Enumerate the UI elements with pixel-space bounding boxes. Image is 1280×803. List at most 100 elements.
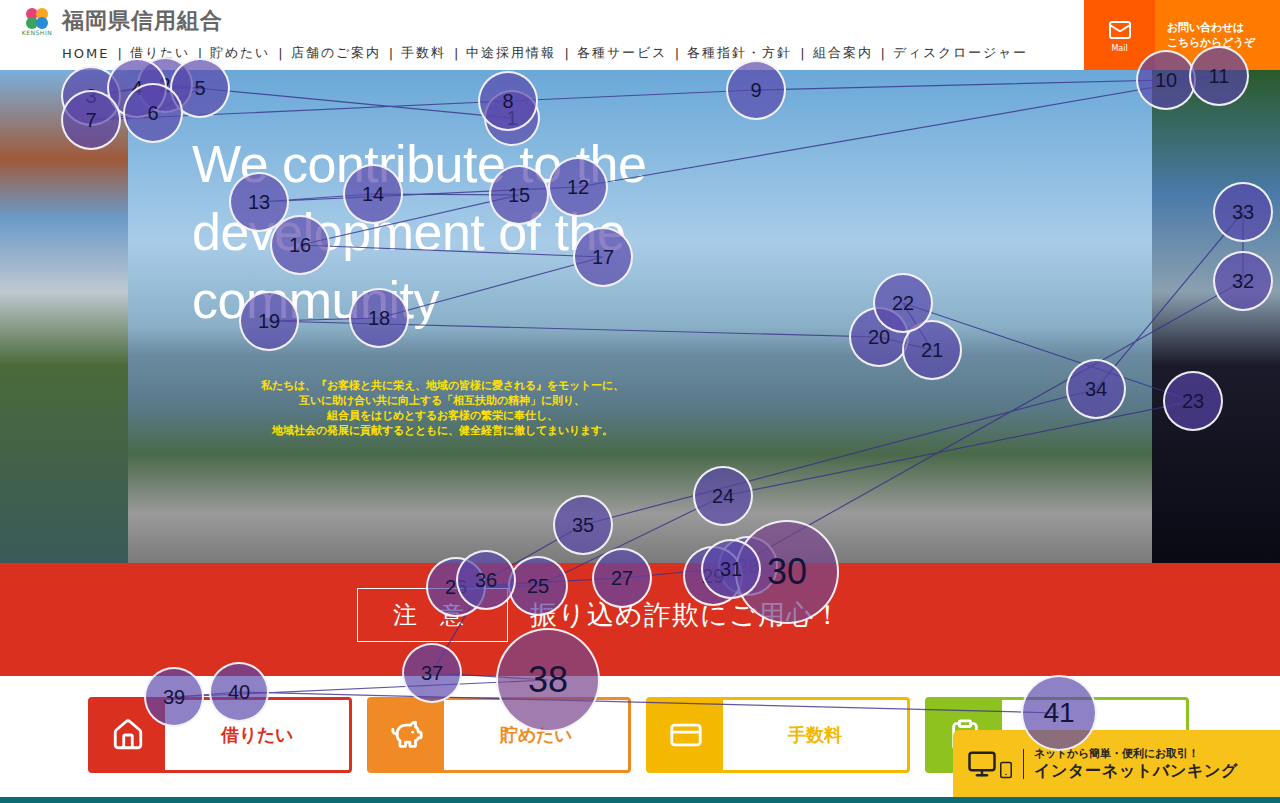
menu-card-label: 手数料 [723, 700, 907, 770]
menu-card-icon [370, 700, 444, 770]
fixation-marker: 39 [144, 667, 204, 727]
nav-item[interactable]: 各種指針・方針 [687, 44, 792, 62]
nav-item[interactable]: HOME [62, 46, 109, 61]
menu-card-label: 借りたい [165, 700, 349, 770]
fixation-marker: 29 [683, 546, 743, 606]
logo[interactable]: KENSHIN 福岡県信用組合 [0, 0, 1084, 42]
banking-text: ネットから簡単・便利にお取引！インターネットバンキング [1034, 746, 1238, 782]
menu-card-icon [91, 700, 165, 770]
fixation-marker: 6 [123, 83, 183, 143]
monitor-icon [967, 749, 997, 779]
fixation-marker: 36 [456, 550, 516, 610]
fixation-marker: 14 [343, 164, 403, 224]
house-icon [111, 718, 145, 752]
hero-title: We contribute to thedevelopment of theco… [192, 130, 1152, 334]
fixation-marker: 33 [1213, 182, 1273, 242]
fixation-marker: 20 [849, 307, 909, 367]
fixation-marker: 27 [592, 548, 652, 608]
fixation-marker: 1 [484, 90, 540, 146]
fixation-marker: 16 [270, 215, 330, 275]
menu-card-label: 貯めたい [444, 700, 628, 770]
nav-separator: | [117, 46, 121, 61]
fixation-marker: 23 [1163, 371, 1223, 431]
fixation-marker: 31 [701, 539, 761, 599]
fixation-marker: 12 [548, 157, 608, 217]
fixation-marker: 3 [61, 66, 121, 126]
nav-item[interactable]: 各種サービス [577, 44, 667, 62]
menu-card-icon [649, 700, 723, 770]
smartphone-icon [997, 761, 1015, 779]
fixation-marker: 19 [239, 291, 299, 351]
banking-icons [967, 749, 1024, 779]
fixation-marker: 4 [107, 58, 167, 118]
contact-button[interactable]: Mailお問い合わせはこちらからどうぞ [1084, 0, 1280, 70]
fixation-marker: 22 [873, 273, 933, 333]
fixation-marker: 9 [726, 60, 786, 120]
header: KENSHIN 福岡県信用組合 HOME | 借りたい | 貯めたい | 店舗のご案内 | 手数料 |… [0, 0, 1280, 70]
nav-separator: | [800, 46, 804, 61]
hero-message: 私たちは、『お客様と共に栄え、地域の皆様に愛される』をモットーに、互いに助け合い… [192, 378, 692, 438]
nav-separator: | [675, 46, 679, 61]
contact-mail: Mail [1084, 0, 1155, 70]
nav-item[interactable]: 中途採用情報 [466, 44, 556, 62]
banking-label: インターネットバンキング [1034, 761, 1238, 782]
fixation-marker: 8 [478, 71, 538, 131]
alert-text: 振り込め詐欺にご用心！ [530, 597, 842, 633]
nav-item[interactable]: ディスクロージャー [893, 44, 1028, 62]
menu-card[interactable]: 手数料 [646, 697, 910, 773]
nav-separator: | [278, 46, 282, 61]
fixation-marker: 28 [718, 536, 778, 596]
nav: HOME | 借りたい | 貯めたい | 店舗のご案内 | 手数料 | 中途採用情報 | 各種サービス |… [0, 42, 1084, 64]
fixation-marker: 38 [496, 628, 600, 732]
nav-item[interactable]: 組合案内 [813, 44, 873, 62]
logo-mark: KENSHIN [20, 6, 54, 36]
footer-strip [0, 797, 1280, 803]
fixation-marker: 2 [137, 57, 193, 113]
menu-card[interactable]: 借りたい [88, 697, 352, 773]
nav-item[interactable]: 手数料 [401, 44, 446, 62]
fixation-marker: 26 [426, 557, 486, 617]
nav-separator: | [454, 46, 458, 61]
clover-icon [22, 6, 52, 30]
nav-item[interactable]: 貯めたい [210, 44, 270, 62]
fixation-marker: 41 [1021, 675, 1097, 751]
fixation-marker: 40 [209, 662, 269, 722]
fixation-marker: 25 [508, 556, 568, 616]
nav-separator: | [564, 46, 568, 61]
fixation-marker: 32 [1213, 251, 1273, 311]
fixation-marker: 7 [61, 90, 121, 150]
fixation-marker: 17 [573, 227, 633, 287]
gaze-path [0, 0, 1280, 803]
fixation-marker: 11 [1189, 46, 1249, 106]
nav-separator: | [198, 46, 202, 61]
nav-separator: | [389, 46, 393, 61]
fixation-marker: 35 [553, 495, 613, 555]
hero-photo-right [1152, 70, 1280, 563]
fixation-marker: 10 [1136, 50, 1196, 110]
fixation-marker: 15 [489, 165, 549, 225]
hero-photo-left [0, 70, 128, 563]
menu-card[interactable]: 貯めたい [367, 697, 631, 773]
alert-banner[interactable]: 注 意振り込め詐欺にご用心！ [0, 563, 1280, 676]
atm-icon [669, 718, 703, 752]
hero-photo: We contribute to thedevelopment of theco… [128, 70, 1152, 563]
alert-badge: 注 意 [357, 588, 508, 642]
fixation-marker: 18 [349, 288, 409, 348]
nav-item[interactable]: 店舗のご案内 [291, 44, 381, 62]
banking-tagline: ネットから簡単・便利にお取引！ [1034, 746, 1238, 761]
fixation-marker: 13 [229, 172, 289, 232]
internet-banking-button[interactable]: ネットから簡単・便利にお取引！インターネットバンキング [953, 730, 1280, 797]
nav-separator: | [881, 46, 885, 61]
contact-text: お問い合わせはこちらからどうぞ [1155, 0, 1280, 70]
piggy-bank-icon [390, 718, 424, 752]
nav-item[interactable]: 借りたい [130, 44, 190, 62]
mail-icon [1108, 18, 1132, 42]
fixation-marker: 5 [170, 58, 230, 118]
header-main: KENSHIN 福岡県信用組合 HOME | 借りたい | 貯めたい | 店舗のご案内 | 手数料 |… [0, 0, 1084, 70]
fixation-marker: 34 [1066, 359, 1126, 419]
gaze-plot: 1234567891011121314151617181920212223242… [0, 0, 1280, 803]
fixation-marker: 24 [693, 466, 753, 526]
page: KENSHIN 福岡県信用組合 HOME | 借りたい | 貯めたい | 店舗のご案内 | 手数料 |… [0, 0, 1280, 803]
fixation-marker: 30 [735, 520, 839, 624]
logo-name: 福岡県信用組合 [62, 6, 223, 36]
